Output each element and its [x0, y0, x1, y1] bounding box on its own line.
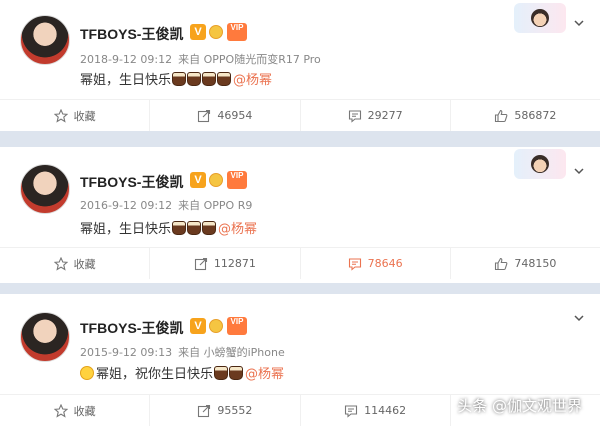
vip-badge: VIP: [227, 171, 247, 189]
like-count: 586872: [514, 109, 557, 122]
author-name[interactable]: TFBOYS-王俊凯: [80, 318, 183, 338]
post-text: 幂姐，祝你生日快乐: [96, 367, 214, 382]
avatar[interactable]: [20, 164, 70, 214]
fan-badge-icon: [209, 25, 223, 39]
comment-button[interactable]: 29277: [301, 100, 451, 131]
chevron-down-icon[interactable]: [574, 166, 584, 176]
cake-emoji-icon: [172, 220, 187, 235]
like-button[interactable]: 586872: [451, 100, 600, 131]
cake-emoji-icon: [172, 71, 187, 86]
verified-badge: V: [190, 172, 206, 188]
share-icon: [198, 404, 211, 417]
like-icon: [495, 109, 508, 122]
vip-badge: VIP: [227, 317, 247, 335]
comment-count: 114462: [364, 404, 407, 417]
post-time[interactable]: 2016-9-12 09:12: [80, 199, 172, 212]
favorite-label: 收藏: [73, 109, 96, 123]
star-icon: [53, 403, 68, 418]
share-count: 112871: [213, 257, 256, 270]
comment-count: 78646: [367, 257, 403, 270]
fan-badge-icon: [209, 173, 223, 187]
post-content: 幂姐，生日快乐 @杨幂: [80, 218, 257, 237]
favorite-label: 收藏: [73, 404, 96, 418]
cake-emoji-icon: [187, 71, 202, 86]
verified-badge: V: [190, 318, 206, 334]
share-icon: [198, 109, 211, 122]
avatar[interactable]: [20, 312, 70, 362]
cake-emoji-icon: [214, 365, 229, 380]
cake-emoji-icon: [217, 71, 232, 86]
avatar[interactable]: [20, 15, 70, 65]
post-source: 来自 OPPO随光而变R17 Pro: [178, 53, 321, 66]
post-content: 幂姐，祝你生日快乐 @杨幂: [80, 363, 284, 382]
share-button[interactable]: 112871: [150, 248, 301, 279]
like-count: 748150: [514, 257, 557, 270]
post-time[interactable]: 2018-9-12 09:12: [80, 53, 172, 66]
comment-icon: [345, 404, 358, 418]
comment-button[interactable]: 78646: [301, 248, 451, 279]
card-decoration: [514, 3, 566, 33]
fan-badge-icon: [209, 319, 223, 333]
post-text: 幂姐，生日快乐: [80, 73, 172, 88]
chevron-down-icon[interactable]: [574, 18, 584, 28]
grin-emoji-icon: [80, 365, 94, 380]
weibo-post-1: TFBOYS-王俊凯 V VIP 2018-9-12 09:12 来自 OPPO随…: [0, 0, 600, 131]
card-decoration: [514, 149, 566, 179]
favorite-button[interactable]: 收藏: [0, 248, 151, 279]
star-icon: [53, 108, 68, 123]
share-count: 95552: [217, 404, 253, 417]
action-bar: 收藏 112871 78646 748150: [0, 247, 600, 279]
post-time[interactable]: 2015-9-12 09:13: [80, 346, 172, 359]
share-count: 46954: [217, 109, 253, 122]
like-icon: [495, 257, 508, 270]
share-icon: [194, 257, 207, 270]
favorite-label: 收藏: [73, 257, 96, 271]
star-icon: [53, 256, 68, 271]
favorite-button[interactable]: 收藏: [0, 100, 151, 131]
comment-icon: [348, 109, 361, 123]
action-bar: 收藏 46954 29277 586872: [0, 99, 600, 131]
share-button[interactable]: 46954: [150, 100, 301, 131]
cake-emoji-icon: [187, 220, 202, 235]
comment-icon: [348, 257, 361, 271]
mention-link[interactable]: @杨幂: [245, 363, 284, 382]
author-name[interactable]: TFBOYS-王俊凯: [80, 24, 183, 44]
post-content: 幂姐，生日快乐 @杨幂: [80, 69, 272, 88]
post-meta: 2015-9-12 09:13 来自 小螃蟹的iPhone: [80, 344, 291, 360]
like-button[interactable]: 748150: [451, 248, 600, 279]
decoration-face-icon: [531, 9, 549, 27]
comment-count: 29277: [367, 109, 403, 122]
author-name[interactable]: TFBOYS-王俊凯: [80, 172, 183, 192]
vip-badge: VIP: [227, 23, 247, 41]
decoration-face-icon: [531, 155, 549, 173]
post-meta: 2016-9-12 09:12 来自 OPPO R9: [80, 197, 258, 213]
watermark: 头条 @伽文观世界: [457, 397, 582, 415]
post-text: 幂姐，生日快乐: [80, 222, 172, 237]
chevron-down-icon[interactable]: [574, 313, 584, 323]
share-button[interactable]: 95552: [150, 395, 301, 426]
weibo-post-2: TFBOYS-王俊凯 V VIP 2016-9-12 09:12 来自 OPPO …: [0, 147, 600, 283]
post-meta: 2018-9-12 09:12 来自 OPPO随光而变R17 Pro: [80, 51, 327, 67]
mention-link[interactable]: @杨幂: [218, 218, 257, 237]
verified-badge: V: [190, 24, 206, 40]
post-source: 来自 小螃蟹的iPhone: [178, 346, 285, 359]
comment-button[interactable]: 114462: [301, 395, 451, 426]
favorite-button[interactable]: 收藏: [0, 395, 151, 426]
cake-emoji-icon: [229, 365, 244, 380]
cake-emoji-icon: [202, 71, 217, 86]
mention-link[interactable]: @杨幂: [233, 69, 272, 88]
post-source: 来自 OPPO R9: [178, 199, 253, 212]
cake-emoji-icon: [202, 220, 217, 235]
